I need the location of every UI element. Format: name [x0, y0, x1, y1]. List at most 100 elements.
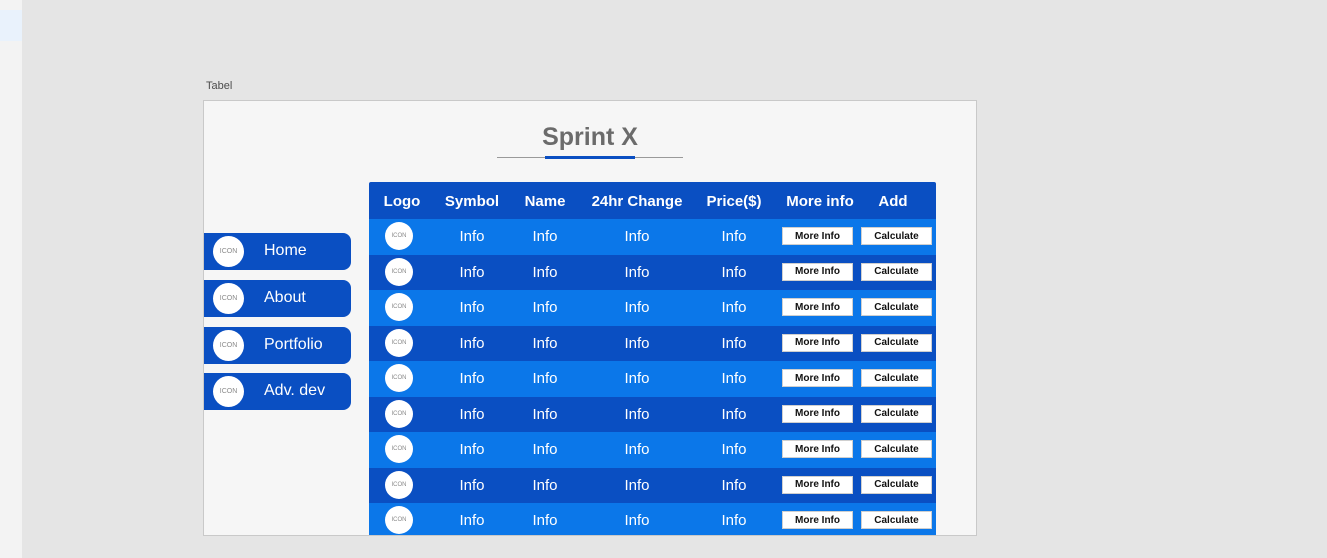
symbol-cell: Info: [459, 512, 485, 529]
name-cell: Info: [532, 370, 558, 387]
more-info-button[interactable]: More Info: [782, 475, 853, 494]
nav-item-about[interactable]: ICON About: [204, 280, 351, 317]
nav-item-adv-dev[interactable]: ICON Adv. dev: [204, 373, 351, 410]
calculate-button[interactable]: Calculate: [861, 262, 932, 281]
about-icon: ICON: [213, 283, 244, 314]
nav-item-label: Portfolio: [264, 336, 323, 353]
left-panel-selection: [0, 10, 22, 41]
name-cell: Info: [532, 263, 558, 281]
change-cell: Info: [624, 228, 650, 245]
name-cell: Info: [532, 441, 558, 458]
price-cell: Info: [721, 299, 747, 316]
left-panel-strip: [0, 0, 22, 558]
home-icon: ICON: [213, 236, 244, 267]
change-cell: Info: [624, 405, 650, 423]
name-cell: Info: [532, 334, 558, 352]
nav-item-home[interactable]: ICON Home: [204, 233, 351, 270]
table-row: ICON Info Info Info Info More Info Calcu…: [369, 290, 936, 326]
name-cell: Info: [532, 299, 558, 316]
change-cell: Info: [624, 263, 650, 281]
coin-logo-icon: ICON: [385, 470, 413, 499]
change-cell: Info: [624, 370, 650, 387]
column-header-logo: Logo: [383, 193, 421, 210]
coin-logo-icon: ICON: [385, 257, 413, 286]
more-info-button[interactable]: More Info: [782, 511, 853, 529]
symbol-cell: Info: [459, 405, 485, 423]
more-info-button[interactable]: More Info: [782, 404, 853, 423]
more-info-button[interactable]: More Info: [782, 227, 853, 245]
price-cell: Info: [721, 263, 747, 281]
column-header-name: Name: [524, 193, 566, 210]
calculate-button[interactable]: Calculate: [861, 227, 932, 245]
more-info-button[interactable]: More Info: [782, 440, 853, 458]
artboard: Sprint X ICON Home ICON About ICON Portf…: [203, 100, 977, 536]
column-header-add: Add: [878, 193, 908, 210]
symbol-cell: Info: [459, 441, 485, 458]
more-info-button[interactable]: More Info: [782, 298, 853, 316]
adv-dev-icon: ICON: [213, 376, 244, 407]
change-cell: Info: [624, 334, 650, 352]
price-cell: Info: [721, 228, 747, 245]
table-row: ICON Info Info Info Info More Info Calcu…: [369, 219, 936, 255]
price-cell: Info: [721, 441, 747, 458]
coin-logo-icon: ICON: [385, 506, 413, 534]
price-cell: Info: [721, 476, 747, 494]
price-cell: Info: [721, 512, 747, 529]
nav-item-portfolio[interactable]: ICON Portfolio: [204, 327, 351, 364]
calculate-button[interactable]: Calculate: [861, 369, 932, 387]
change-cell: Info: [624, 299, 650, 316]
symbol-cell: Info: [459, 476, 485, 494]
column-header-24hr-change: 24hr Change: [591, 193, 683, 210]
calculate-button[interactable]: Calculate: [861, 440, 932, 458]
more-info-button[interactable]: More Info: [782, 262, 853, 281]
price-cell: Info: [721, 334, 747, 352]
symbol-cell: Info: [459, 334, 485, 352]
column-header-symbol: Symbol: [444, 193, 500, 210]
portfolio-icon: ICON: [213, 330, 244, 361]
nav-item-label: About: [264, 289, 306, 306]
crypto-table: Logo Symbol Name 24hr Change Price($) Mo…: [369, 182, 936, 535]
change-cell: Info: [624, 441, 650, 458]
symbol-cell: Info: [459, 299, 485, 316]
title-underline-accent: [545, 156, 635, 159]
more-info-button[interactable]: More Info: [782, 333, 853, 352]
name-cell: Info: [532, 512, 558, 529]
calculate-button[interactable]: Calculate: [861, 511, 932, 529]
table-row: ICON Info Info Info Info More Info Calcu…: [369, 396, 936, 432]
calculate-button[interactable]: Calculate: [861, 404, 932, 423]
coin-logo-icon: ICON: [385, 364, 413, 392]
more-info-button[interactable]: More Info: [782, 369, 853, 387]
symbol-cell: Info: [459, 228, 485, 245]
change-cell: Info: [624, 512, 650, 529]
table-row: ICON Info Info Info Info More Info Calcu…: [369, 467, 936, 503]
column-header-more-info: More info: [786, 193, 854, 210]
calculate-button[interactable]: Calculate: [861, 475, 932, 494]
table-row: ICON Info Info Info Info More Info Calcu…: [369, 503, 936, 535]
nav-item-label: Adv. dev: [264, 382, 326, 399]
table-body: ICON Info Info Info Info More Info Calcu…: [369, 219, 936, 535]
name-cell: Info: [532, 405, 558, 423]
table-row: ICON Info Info Info Info More Info Calcu…: [369, 361, 936, 397]
coin-logo-icon: ICON: [385, 399, 413, 428]
symbol-cell: Info: [459, 263, 485, 281]
coin-logo-icon: ICON: [385, 435, 413, 463]
table-header: Logo Symbol Name 24hr Change Price($) Mo…: [369, 182, 936, 219]
table-row: ICON Info Info Info Info More Info Calcu…: [369, 254, 936, 290]
name-cell: Info: [532, 476, 558, 494]
price-cell: Info: [721, 370, 747, 387]
symbol-cell: Info: [459, 370, 485, 387]
change-cell: Info: [624, 476, 650, 494]
coin-logo-icon: ICON: [385, 293, 413, 321]
calculate-button[interactable]: Calculate: [861, 298, 932, 316]
coin-logo-icon: ICON: [385, 222, 413, 250]
name-cell: Info: [532, 228, 558, 245]
column-header-price: Price($): [706, 193, 762, 210]
price-cell: Info: [721, 405, 747, 423]
table-row: ICON Info Info Info Info More Info Calcu…: [369, 325, 936, 361]
nav-item-label: Home: [264, 242, 307, 259]
coin-logo-icon: ICON: [385, 328, 413, 357]
page-title: Sprint X: [542, 123, 638, 151]
calculate-button[interactable]: Calculate: [861, 333, 932, 352]
table-row: ICON Info Info Info Info More Info Calcu…: [369, 432, 936, 468]
frame-label: Tabel: [206, 80, 233, 92]
